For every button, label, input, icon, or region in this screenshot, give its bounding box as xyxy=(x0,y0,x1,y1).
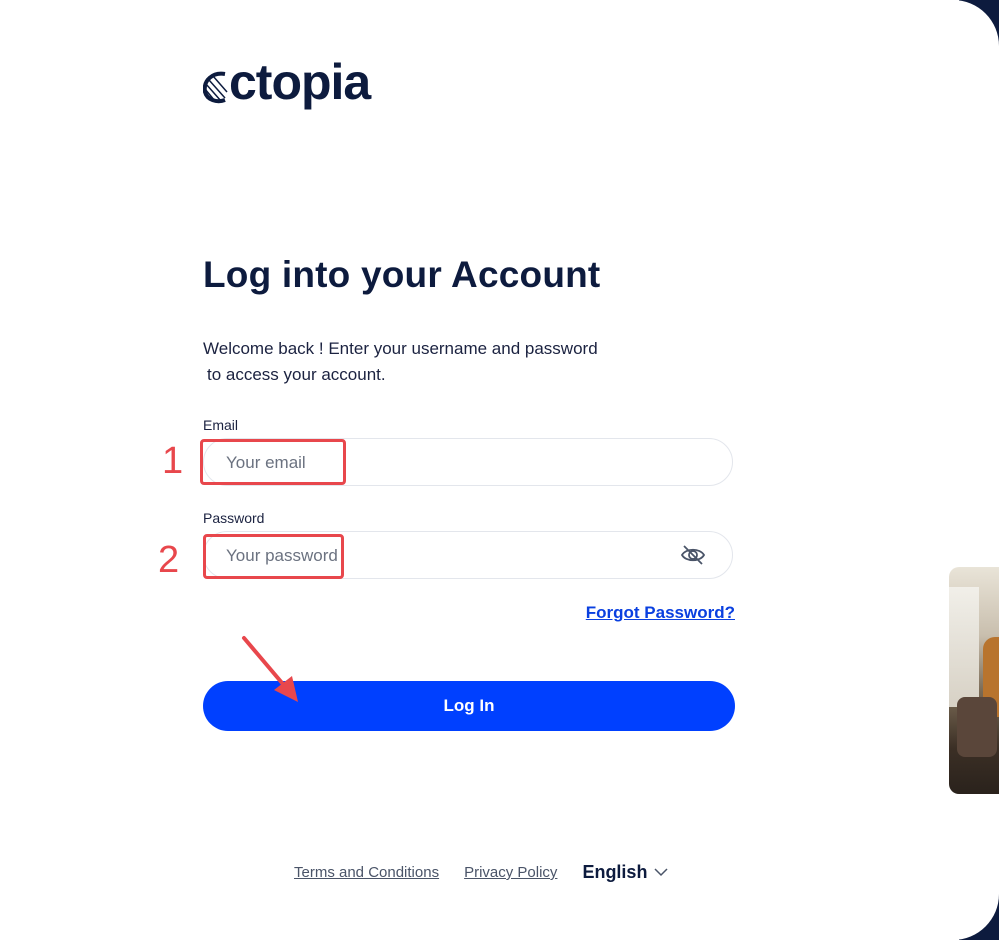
page-title: Log into your Account xyxy=(203,254,601,295)
hero-photo xyxy=(949,567,999,794)
privacy-link[interactable]: Privacy Policy xyxy=(464,864,557,881)
email-input[interactable] xyxy=(224,439,668,487)
password-field[interactable] xyxy=(203,531,733,580)
eye-off-icon[interactable] xyxy=(680,544,706,566)
login-page: ctopia Log into your Account Welcome bac… xyxy=(0,0,999,940)
subtitle-line-1: Welcome back ! Enter your username and p… xyxy=(203,339,598,358)
forgot-password-link[interactable]: Forgot Password? xyxy=(586,603,735,623)
page-subtitle: Welcome back ! Enter your username and p… xyxy=(203,336,643,388)
photo-hands xyxy=(957,697,997,757)
password-label: Password xyxy=(203,510,265,526)
chevron-down-icon xyxy=(654,868,668,877)
footer: Terms and Conditions Privacy Policy Engl… xyxy=(294,862,668,883)
octopia-logo: ctopia xyxy=(203,54,371,110)
logo-mark-icon xyxy=(203,71,228,104)
login-button[interactable]: Log In xyxy=(203,681,735,731)
annotation-marker-1: 1 xyxy=(162,440,184,482)
email-field[interactable] xyxy=(203,438,733,487)
annotation-marker-2: 2 xyxy=(158,539,180,581)
password-input[interactable] xyxy=(224,532,668,580)
logo-wordmark: ctopia xyxy=(229,54,371,110)
language-label: English xyxy=(582,862,648,882)
email-label: Email xyxy=(203,417,239,433)
terms-link[interactable]: Terms and Conditions xyxy=(294,864,439,881)
language-selector[interactable]: English xyxy=(582,862,668,883)
photo-wall xyxy=(949,587,979,707)
subtitle-line-2: to access your account. xyxy=(207,365,386,384)
